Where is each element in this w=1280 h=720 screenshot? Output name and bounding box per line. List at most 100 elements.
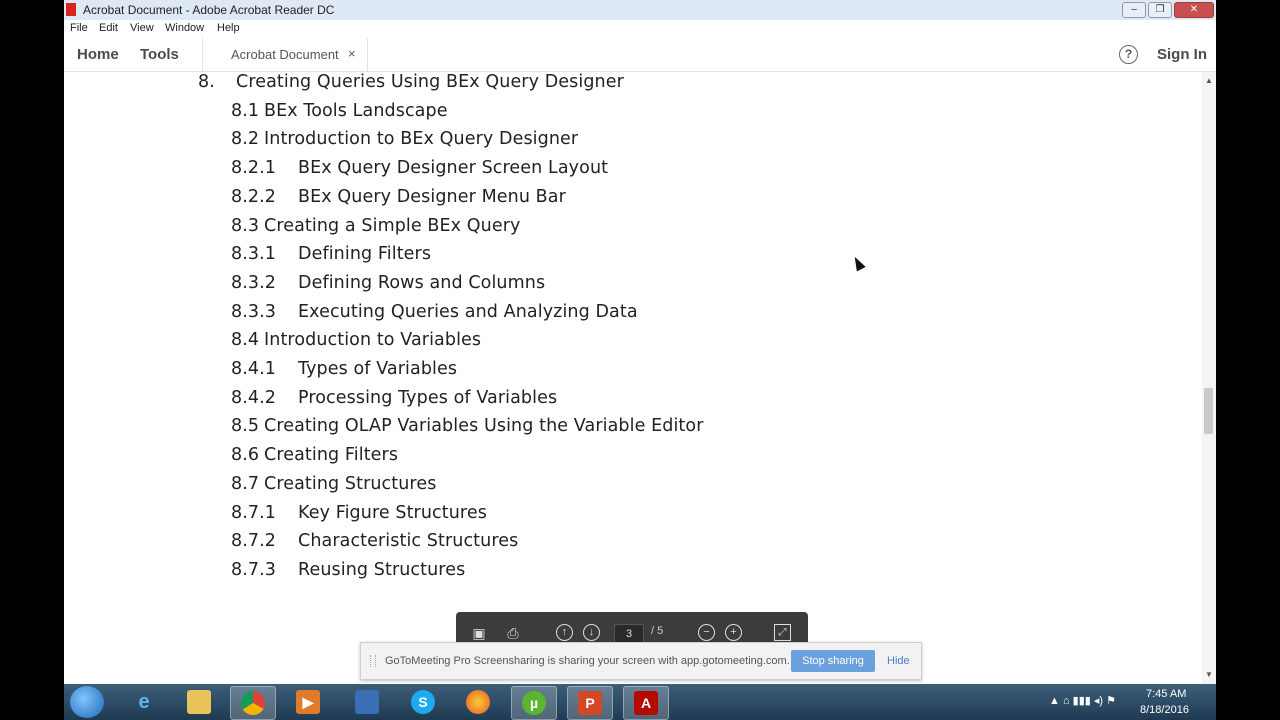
scroll-down-icon[interactable]: ▼ <box>1205 670 1213 679</box>
toc-title: Creating a Simple BEx Query <box>264 215 521 236</box>
skype-icon[interactable]: S <box>401 686 445 718</box>
minimize-button[interactable]: – <box>1122 2 1146 18</box>
close-window-button[interactable]: ✕ <box>1174 2 1214 18</box>
clock-date[interactable]: 8/18/2016 <box>1140 704 1189 716</box>
tab-bar: Home Tools Acrobat Document × ? Sign In <box>64 38 1216 72</box>
utorrent-icon[interactable]: µ <box>511 686 557 720</box>
toc-number: 8.3.1 <box>231 244 277 265</box>
toc-entry[interactable]: 8.2.2 BEx Query Designer Menu Bar <box>231 186 566 207</box>
stop-sharing-button[interactable]: Stop sharing <box>791 650 875 672</box>
toc-number: 8.3.2 <box>231 272 277 293</box>
zoom-out-icon[interactable]: − <box>698 624 715 641</box>
toc-entry[interactable]: 8.3.2 Defining Rows and Columns <box>231 272 545 293</box>
toc-title: Processing Types of Variables <box>298 387 558 408</box>
tab-tools[interactable]: Tools <box>140 46 179 63</box>
tab-document[interactable]: Acrobat Document × <box>202 38 368 71</box>
toc-number: 8.4.2 <box>231 387 277 408</box>
toc-entry[interactable]: 8.4.1 Types of Variables <box>231 359 457 379</box>
toc-entry[interactable]: 8.7.2 Characteristic Structures <box>231 531 518 551</box>
title-bar: Acrobat Document - Adobe Acrobat Reader … <box>64 0 1216 21</box>
toc-number: 8.7 <box>231 473 260 494</box>
toc-number: 8.5 <box>231 416 260 437</box>
toc-title: Introduction to BEx Query Designer <box>264 129 579 150</box>
vertical-scrollbar[interactable]: ▲ ▼ <box>1202 72 1216 684</box>
scroll-up-icon[interactable]: ▲ <box>1205 76 1213 85</box>
toc-number: 8.3 <box>231 215 260 236</box>
toc-entry[interactable]: 8.5 Creating OLAP Variables Using the Var… <box>231 416 703 437</box>
fit-page-icon[interactable]: ⤢ <box>774 624 791 641</box>
toc-title: Creating OLAP Variables Using the Variab… <box>264 416 704 437</box>
toc-number: 8.1 <box>231 100 260 121</box>
previous-page-icon[interactable]: ↑ <box>556 624 573 641</box>
toc-entry[interactable]: 8.1 BEx Tools Landscape <box>231 100 447 121</box>
document-page: 8. Creating Queries Using BEx Query Desig… <box>64 72 1202 684</box>
toc-title: BEx Query Designer Screen Layout <box>298 158 609 179</box>
toc-number: 8.2.1 <box>231 158 277 179</box>
toc-title: Defining Filters <box>298 244 432 265</box>
toc-entry[interactable]: 8.3.3 Executing Queries and Analyzing Dat… <box>231 301 638 322</box>
toc-entry[interactable]: 8.6 Creating Filters <box>231 445 398 465</box>
toc-title: Key Figure Structures <box>298 502 487 523</box>
toc-entry[interactable]: 8.2 Introduction to BEx Query Designer <box>231 129 578 150</box>
window-title: Acrobat Document - Adobe Acrobat Reader … <box>83 3 335 17</box>
menu-edit[interactable]: Edit <box>99 22 118 34</box>
toc-number: 8.4 <box>231 330 260 351</box>
menu-help[interactable]: Help <box>217 22 240 34</box>
toc-title: Defining Rows and Columns <box>298 272 546 293</box>
clock-time[interactable]: 7:45 AM <box>1146 688 1186 700</box>
toc-title: Reusing Structures <box>298 559 466 580</box>
next-page-icon[interactable]: ↓ <box>583 624 600 641</box>
hide-link[interactable]: Hide <box>887 655 910 667</box>
powerpoint-icon[interactable]: P <box>567 686 613 720</box>
toc-entry[interactable]: 8. Creating Queries Using BEx Query Desig… <box>198 72 624 92</box>
toc-title: Creating Queries Using BEx Query Designe… <box>236 72 624 92</box>
screensharing-message: GoToMeeting Pro Screensharing is sharing… <box>385 655 790 667</box>
sign-in-link[interactable]: Sign In <box>1157 46 1207 63</box>
toc-entry[interactable]: 8.4.2 Processing Types of Variables <box>231 387 557 408</box>
page-total: / 5 <box>651 625 664 637</box>
media-player-icon[interactable]: ▶ <box>286 686 330 718</box>
toc-title: Introduction to Variables <box>264 330 482 351</box>
acrobat-reader-icon[interactable]: A <box>623 686 669 720</box>
toc-title: Creating Filters <box>264 445 399 466</box>
toc-entry[interactable]: 8.2.1 BEx Query Designer Screen Layout <box>231 158 608 179</box>
save-icon[interactable]: ▣ <box>470 624 488 642</box>
close-tab-icon[interactable]: × <box>348 46 356 61</box>
toc-entry[interactable]: 8.3 Creating a Simple BEx Query <box>231 215 520 236</box>
toc-entry[interactable]: 8.7.3 Reusing Structures <box>231 559 465 580</box>
toc-title: Types of Variables <box>298 359 458 379</box>
zoom-in-icon[interactable]: + <box>725 624 742 641</box>
screen: Acrobat Document - Adobe Acrobat Reader … <box>64 0 1216 720</box>
system-tray-icons[interactable]: ▲ ⌂ ▮▮▮ ◂) ⚑ <box>1049 694 1116 707</box>
toc-number: 8.7.3 <box>231 559 277 580</box>
screensharing-notification: GoToMeeting Pro Screensharing is sharing… <box>360 642 922 680</box>
acrobat-app-icon <box>66 3 76 16</box>
toc-number: 8.2.2 <box>231 186 277 207</box>
page-number-input[interactable]: 3 <box>614 624 644 644</box>
scrollbar-thumb[interactable] <box>1204 388 1213 434</box>
tab-home[interactable]: Home <box>77 46 119 63</box>
toc-number: 8.7.1 <box>231 502 277 523</box>
restore-button[interactable]: ❐ <box>1148 2 1172 18</box>
toc-number: 8. <box>198 72 215 92</box>
document-tab-label: Acrobat Document <box>231 47 339 62</box>
file-explorer-icon[interactable] <box>177 686 221 718</box>
chrome-icon[interactable] <box>230 686 276 720</box>
firefox-icon[interactable] <box>456 686 500 718</box>
network-tool-icon[interactable] <box>345 686 389 718</box>
help-icon[interactable]: ? <box>1119 45 1138 64</box>
toc-entry[interactable]: 8.7.1 Key Figure Structures <box>231 502 487 523</box>
toc-number: 8.2 <box>231 129 260 150</box>
toc-entry[interactable]: 8.3.1 Defining Filters <box>231 244 431 265</box>
internet-explorer-icon[interactable]: e <box>122 686 166 718</box>
windows-start-button[interactable] <box>70 686 104 718</box>
toc-number: 8.4.1 <box>231 359 277 379</box>
print-icon[interactable]: ⎙ <box>504 624 522 642</box>
menu-file[interactable]: File <box>70 22 88 34</box>
menu-window[interactable]: Window <box>165 22 204 34</box>
drag-handle[interactable] <box>370 655 376 667</box>
toc-number: 8.3.3 <box>231 301 277 322</box>
menu-view[interactable]: View <box>130 22 154 34</box>
toc-entry[interactable]: 8.7 Creating Structures <box>231 473 436 494</box>
toc-entry[interactable]: 8.4 Introduction to Variables <box>231 330 481 351</box>
